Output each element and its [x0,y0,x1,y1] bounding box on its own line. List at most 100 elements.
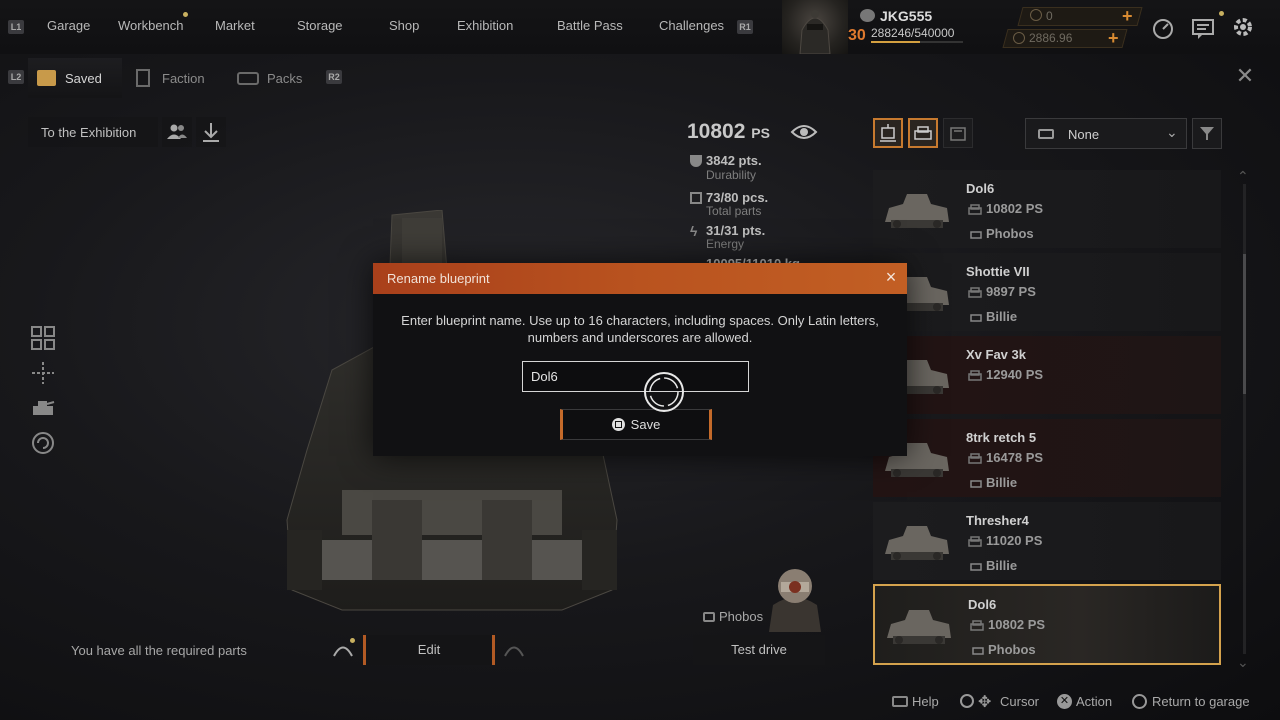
filter-all-button[interactable] [873,118,903,148]
download-button[interactable] [196,117,226,147]
saved-folder-icon [37,70,56,86]
crosshair-icon[interactable] [30,360,56,386]
dropdown-value: None [1068,127,1100,142]
blueprint-thumbnail [883,598,955,648]
r2-hint-icon: R2 [326,70,342,84]
scroll-down-icon[interactable]: ⌄ [1237,654,1249,671]
car-icon [970,619,984,631]
cursor-hint[interactable]: Cursor [1000,694,1039,709]
speedometer-icon[interactable] [1150,15,1176,41]
blueprint-card[interactable]: Thresher4 11020 PS Billie [873,502,1221,580]
blueprint-card[interactable]: Xv Fav 3k 12940 PS [873,336,1221,414]
notification-dot-icon [350,638,355,643]
return-to-garage-hint[interactable]: Return to garage [1152,694,1250,709]
redo-icon[interactable] [502,641,526,659]
blueprint-ps: 10802 PS [986,201,1044,216]
ps-unit: PS [751,125,770,141]
tab-saved[interactable]: Saved [65,71,102,86]
car-icon [968,452,982,464]
car-icon [914,126,932,140]
blueprint-name: Dol6 [966,181,995,196]
nav-shop[interactable]: Shop [389,18,419,33]
nav-challenges[interactable]: Challenges [659,18,724,33]
faction-icon [970,311,982,323]
coin-icon [1030,9,1042,21]
faction-icon [703,612,715,622]
notification-dot-icon [183,12,188,17]
parts-icon [690,192,702,204]
blueprint-faction: Billie [986,309,1018,324]
nav-storage[interactable]: Storage [297,18,343,33]
blueprint-list-scrollbar[interactable] [1243,184,1246,654]
grid-view-icon[interactable] [30,325,56,351]
notification-dot-icon [1219,11,1224,16]
blueprint-thumbnail [881,514,953,564]
tab-packs[interactable]: Packs [267,71,302,86]
to-exhibition-button[interactable]: To the Exhibition [28,117,158,147]
car-icon [968,203,982,215]
credits-value: 2886.96 [1029,31,1073,45]
blueprint-card[interactable]: Shottie VII 9897 PS Billie [873,253,1221,331]
filter-cars-button[interactable] [908,118,938,148]
car-icon [968,369,982,381]
chevron-down-icon: ⌄ [1166,124,1178,140]
add-credits-button[interactable]: + [1108,29,1124,47]
truck-icon [950,127,966,141]
faction-icon [972,644,984,656]
vehicle-type-dropdown[interactable]: None ⌄ [1025,118,1187,149]
required-parts-status: You have all the required parts [71,643,247,658]
blueprint-card[interactable]: Dol6 10802 PS Phobos [873,170,1221,248]
touchpad-icon [892,696,908,707]
dialog-message: Enter blueprint name. Use up to 16 chara… [401,313,879,345]
gear-icon[interactable] [1230,14,1256,40]
nav-garage[interactable]: Garage [47,18,90,33]
blueprint-faction: Phobos [986,226,1034,241]
funnel-icon [1200,127,1214,140]
blueprint-name-input[interactable] [522,361,749,392]
scroll-up-icon[interactable]: ⌃ [1237,168,1249,185]
dpad-icon: ✥ [978,694,992,711]
rotate-icon[interactable] [30,430,56,456]
rename-blueprint-dialog: Rename blueprint × Enter blueprint name.… [373,263,907,456]
undo-icon[interactable] [331,641,355,659]
blueprint-faction: Billie [986,475,1018,490]
tab-faction[interactable]: Faction [162,71,205,86]
energy-label: Energy [706,237,745,251]
action-hint[interactable]: Action [1076,694,1112,709]
edit-button[interactable]: Edit [363,635,495,665]
eye-icon[interactable] [790,122,818,142]
vehicle-view-icon[interactable] [30,396,56,422]
nav-market[interactable]: Market [215,18,255,33]
blueprint-ps: 16478 PS [986,450,1044,465]
durability-shield-icon [690,155,702,167]
blueprint-faction: Billie [986,558,1018,573]
download-icon [203,123,219,142]
circle-button-icon [1132,694,1147,709]
cursor-icon [643,371,685,413]
playstation-icon [860,9,875,22]
blueprint-thumbnail [881,182,953,232]
close-icon[interactable]: × [883,268,899,286]
car-icon [968,535,982,547]
add-coins-button[interactable]: + [1122,7,1138,25]
blueprint-faction: Phobos [988,642,1036,657]
test-drive-button[interactable]: Test drive [693,635,825,665]
filter-trucks-button[interactable] [943,118,973,148]
messages-icon[interactable] [1190,15,1216,41]
save-button[interactable]: Save [560,409,712,440]
dialog-header: Rename blueprint × [373,263,907,294]
filter-options-button[interactable] [1192,118,1222,149]
cross-button-icon: ✕ [1057,694,1072,709]
close-icon[interactable]: ✕ [1235,65,1255,87]
driver-faction: Phobos [719,609,764,624]
nav-exhibition[interactable]: Exhibition [457,18,513,33]
blueprint-card[interactable]: 8trk retch 5 16478 PS Billie [873,419,1221,497]
driver-portrait [763,560,827,632]
player-avatar[interactable] [782,0,848,55]
share-users-button[interactable] [162,117,192,147]
blueprint-card[interactable]: Dol6 10802 PS Phobos [873,584,1221,665]
nav-battle-pass[interactable]: Battle Pass [557,18,623,33]
credit-icon [1013,32,1025,44]
nav-workbench[interactable]: Workbench [118,18,184,33]
help-hint[interactable]: Help [912,694,939,709]
